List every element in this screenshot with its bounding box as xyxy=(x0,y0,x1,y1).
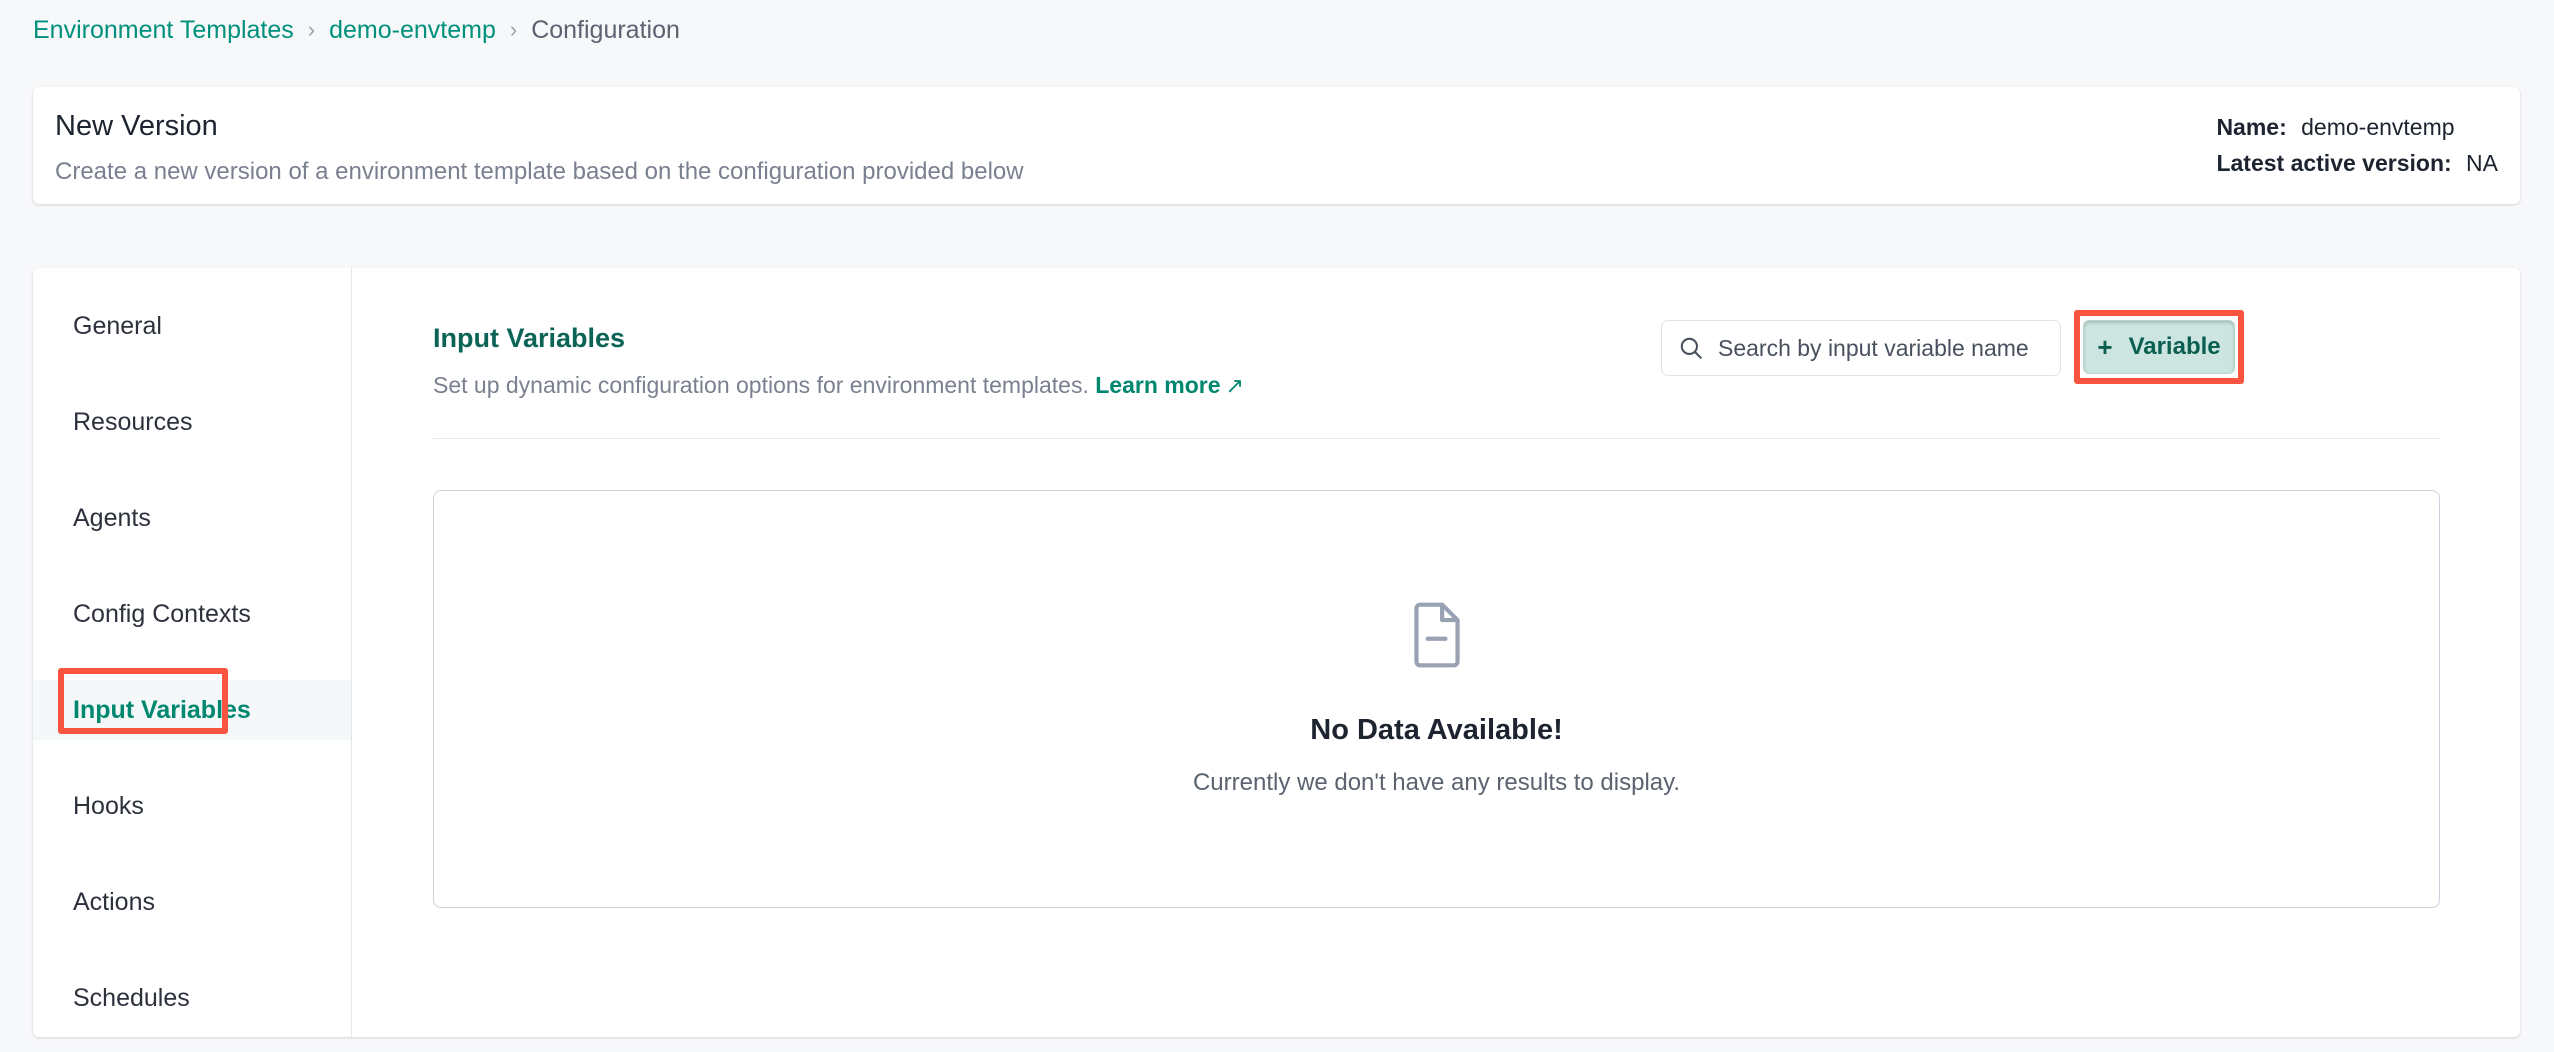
breadcrumb-separator-icon: › xyxy=(307,17,316,42)
latest-active-version-label: Latest active version: xyxy=(2216,150,2452,176)
template-name-label: Name: xyxy=(2216,114,2287,140)
sidebar-item-agents[interactable]: Agents xyxy=(33,488,351,548)
section-header: Input Variables Set up dynamic configura… xyxy=(433,321,1244,400)
breadcrumb-item-demo-envtemp[interactable]: demo-envtemp xyxy=(329,14,496,46)
empty-state-message: Currently we don't have any results to d… xyxy=(1192,768,1681,796)
search-input[interactable] xyxy=(1718,334,2044,362)
sidebar-item-label: Actions xyxy=(73,887,155,916)
learn-more-link[interactable]: Learn more xyxy=(1095,372,1220,398)
input-variables-pane: Input Variables Set up dynamic configura… xyxy=(353,268,2520,1037)
template-meta: Name: demo-envtemp Latest active version… xyxy=(2216,109,2498,181)
sidebar-item-input-variables[interactable]: Input Variables xyxy=(33,680,351,740)
section-divider xyxy=(433,438,2440,439)
breadcrumb-item-configuration: Configuration xyxy=(531,16,680,44)
sidebar-item-config-contexts[interactable]: Config Contexts xyxy=(33,584,351,644)
latest-active-version-value: NA xyxy=(2466,150,2498,176)
page-title: New Version xyxy=(55,110,218,142)
sidebar-item-general[interactable]: General xyxy=(33,296,351,356)
breadcrumb-item-environment-templates[interactable]: Environment Templates xyxy=(33,14,294,46)
empty-state-title: No Data Available! xyxy=(1310,713,1563,746)
section-title: Input Variables xyxy=(433,323,626,353)
sidebar-item-label: Input Variables xyxy=(73,695,251,724)
sidebar-item-label: Resources xyxy=(73,407,193,436)
sidebar-item-actions[interactable]: Actions xyxy=(33,872,351,932)
section-description-text: Set up dynamic configuration options for… xyxy=(433,372,1089,398)
document-minus-icon xyxy=(1413,602,1460,667)
sidebar-item-schedules[interactable]: Schedules xyxy=(33,968,351,1028)
new-version-header-card: New Version Create a new version of a en… xyxy=(33,87,2520,204)
sidebar-item-label: Config Contexts xyxy=(73,599,251,628)
empty-state-panel: No Data Available! Currently we don't ha… xyxy=(433,490,2440,908)
external-link-arrow-icon: ↗ xyxy=(1225,373,1244,398)
template-name-value: demo-envtemp xyxy=(2301,114,2455,140)
plus-icon: + xyxy=(2097,331,2113,362)
breadcrumb-separator-icon: › xyxy=(509,17,518,42)
add-variable-control: + Variable xyxy=(2074,310,2244,384)
search-icon xyxy=(1680,337,1702,359)
section-description: Set up dynamic configuration options for… xyxy=(433,371,1244,400)
configuration-sidebar: General Resources Agents Config Contexts… xyxy=(33,268,352,1037)
sidebar-item-hooks[interactable]: Hooks xyxy=(33,776,351,836)
add-variable-button[interactable]: + Variable xyxy=(2083,320,2235,374)
add-variable-label: Variable xyxy=(2128,333,2221,360)
configuration-card: General Resources Agents Config Contexts… xyxy=(33,268,2520,1037)
sidebar-item-label: Agents xyxy=(73,503,151,532)
sidebar-item-resources[interactable]: Resources xyxy=(33,392,351,452)
sidebar-item-label: Schedules xyxy=(73,983,190,1012)
template-name-row: Name: demo-envtemp xyxy=(2216,109,2498,145)
sidebar-item-label: General xyxy=(73,311,162,340)
latest-active-version-row: Latest active version: NA xyxy=(2216,145,2498,181)
sidebar-item-label: Hooks xyxy=(73,791,144,820)
page-subtitle: Create a new version of a environment te… xyxy=(55,158,1024,185)
search-field[interactable] xyxy=(1661,320,2061,376)
breadcrumb: Environment Templates › demo-envtemp › C… xyxy=(33,14,680,46)
